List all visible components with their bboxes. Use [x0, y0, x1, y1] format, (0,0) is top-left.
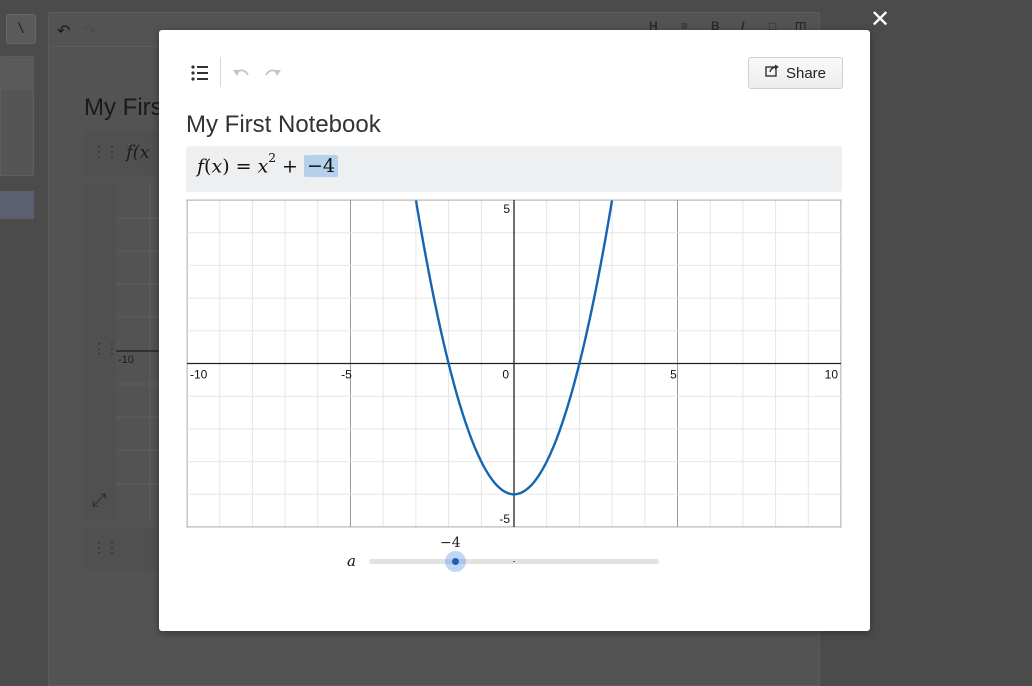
list-icon[interactable] — [189, 62, 211, 84]
background-expand-icon: ⤢ — [92, 490, 107, 510]
slider-value-label: −4 — [440, 535, 461, 551]
x-tick-label: 0 — [502, 368, 509, 382]
expression-base: x — [257, 155, 269, 178]
background-expression-row: ⋮⋮ — [84, 130, 164, 176]
expression[interactable]: f(x) = x2 + −4 — [197, 151, 339, 178]
share-label: Share — [785, 64, 827, 82]
background-undo-icon: ↶ — [57, 23, 71, 40]
expression-parameter-value[interactable]: −4 — [304, 155, 339, 178]
background-drag-handle-icon: ⋮⋮ — [92, 539, 119, 555]
background-notebook-title: My Firs — [84, 94, 163, 121]
slider-variable: a — [347, 552, 356, 570]
x-tick-label: -5 — [341, 368, 352, 382]
expression-close-paren: ) — [222, 155, 230, 178]
y-tick-label: 5 — [503, 202, 510, 216]
expression-function: f — [197, 155, 205, 178]
background-sidebar-item — [0, 58, 34, 90]
x-tick-label: 10 — [825, 368, 839, 382]
slider-center-mark — [513, 561, 515, 562]
expression-exponent: 2 — [268, 151, 276, 165]
y-tick-label: -5 — [499, 512, 510, 526]
function-graph[interactable]: -10 -5 0 5 10 5 -5 — [186, 199, 842, 528]
close-icon[interactable]: ✕ — [868, 6, 892, 32]
background-slider-row: ⋮⋮ — [84, 527, 164, 571]
background-drag-handle-icon: ⋮⋮ — [92, 340, 119, 356]
undo-icon[interactable] — [231, 64, 251, 82]
share-icon — [765, 64, 780, 82]
background-expression: f(x — [126, 142, 150, 163]
expression-row[interactable]: f(x) = x2 + −4 — [186, 146, 842, 192]
background-graph — [116, 184, 164, 520]
background-redo-icon: ↷ — [83, 23, 97, 40]
toolbar-divider — [220, 57, 221, 87]
redo-icon[interactable] — [263, 64, 283, 82]
notebook-modal: Share My First Notebook f(x) = x2 + −4 -… — [159, 30, 870, 631]
share-button[interactable]: Share — [748, 57, 843, 89]
expression-equals: = — [235, 155, 252, 178]
x-tick-label: -10 — [190, 368, 208, 382]
expression-plus: + — [282, 155, 298, 178]
graph-canvas[interactable]: -10 -5 0 5 10 5 -5 — [186, 199, 842, 528]
expression-variable: x — [211, 155, 223, 178]
background-toolbar-button: \ — [6, 14, 36, 44]
notebook-title[interactable]: My First Notebook — [186, 111, 381, 139]
background-sidebar-item-selected — [0, 191, 34, 219]
background-axis-tick: -10 — [118, 354, 134, 366]
x-tick-label: 5 — [670, 368, 677, 382]
background-drag-handle-icon: ⋮⋮ — [92, 143, 119, 159]
slider-thumb[interactable] — [445, 551, 466, 572]
